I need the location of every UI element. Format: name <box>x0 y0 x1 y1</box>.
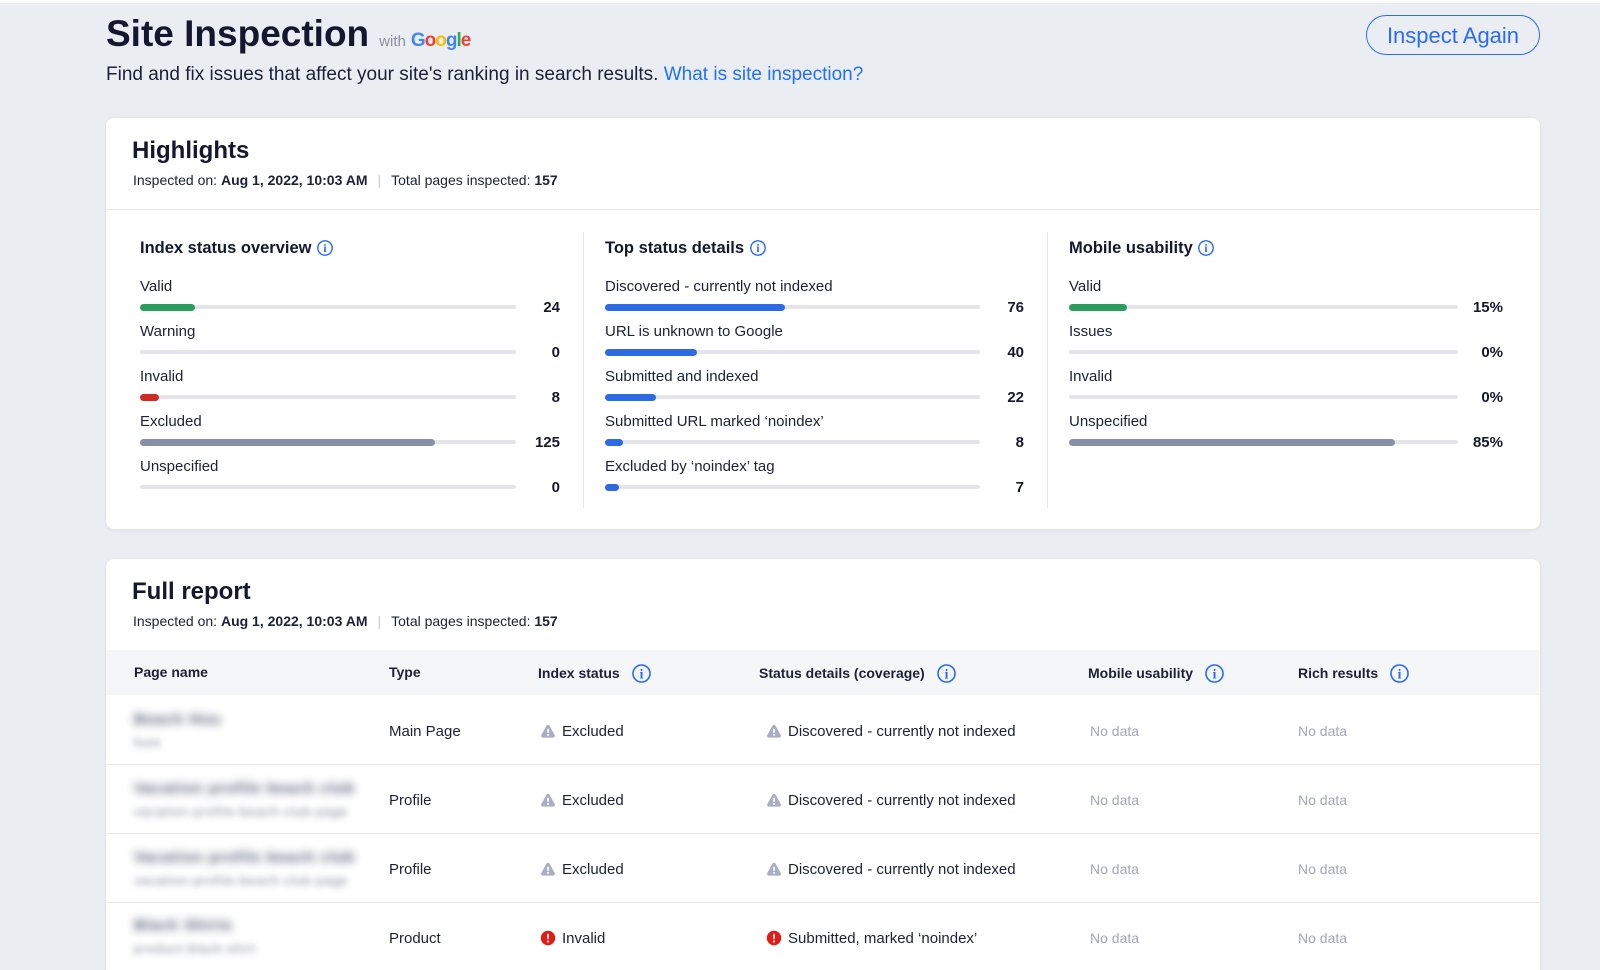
svg-text:i: i <box>323 243 327 255</box>
svg-text:i: i <box>1398 666 1402 681</box>
svg-text:i: i <box>1205 243 1209 255</box>
svg-text:i: i <box>756 243 760 255</box>
svg-text:i: i <box>639 666 643 681</box>
svg-text:i: i <box>1213 666 1217 681</box>
svg-text:i: i <box>944 666 948 681</box>
